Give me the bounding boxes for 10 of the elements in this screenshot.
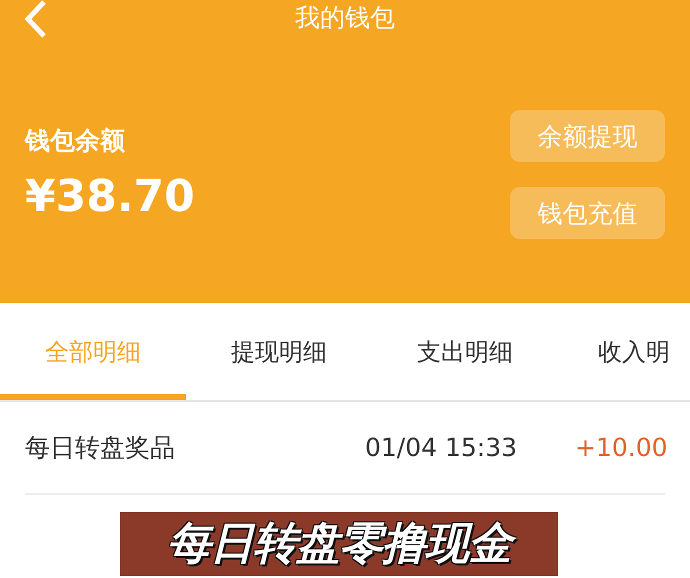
filter-tab[interactable]: 支出明细 [372,303,558,400]
record-amount: +10.00 [575,433,665,462]
record-time: 01/04 15:33 [365,433,518,462]
balance-amount: ¥38.70 [25,171,195,222]
record-name: 每日转盘奖品 [25,432,176,464]
caption-banner: 每日转盘零撸现金 [120,512,558,576]
filter-tab[interactable]: 提现明细 [186,303,372,400]
page-title: 我的钱包 [295,2,395,34]
balance-label: 钱包余额 [25,125,126,157]
filter-tab[interactable]: 收入明 [558,303,690,400]
